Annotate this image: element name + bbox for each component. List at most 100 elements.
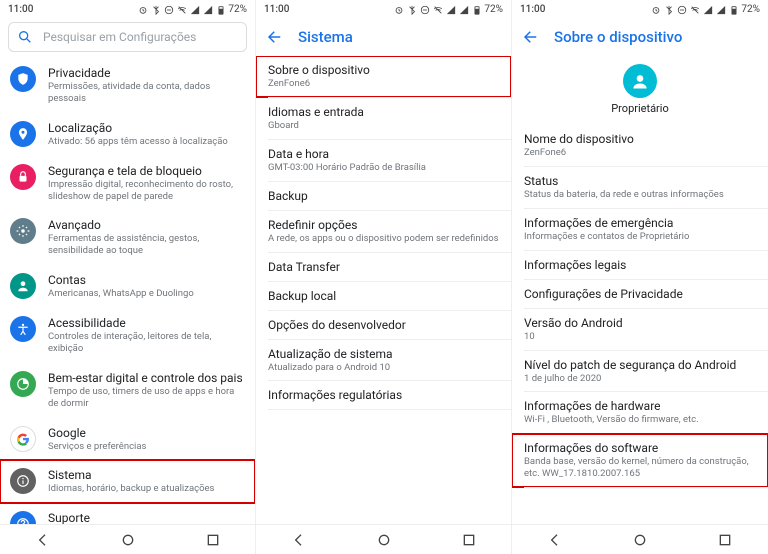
row-title: Sistema [48,468,245,482]
system-row[interactable]: Idiomas e entradaGboard [256,98,511,139]
alarm-icon [393,4,404,15]
settings-row[interactable]: PrivacidadePermissões, atividade da cont… [0,58,255,113]
back-arrow-icon[interactable] [266,28,284,46]
row-title: Atualização de sistema [268,347,499,361]
system-row[interactable]: Backup local [256,282,511,310]
signal-icon [715,4,726,15]
nav-home[interactable] [375,531,393,549]
wifi-off-icon [689,4,700,15]
owner-block[interactable]: Proprietário [512,56,768,125]
about-row[interactable]: Informações de emergênciaInformações e c… [512,209,768,250]
about-row[interactable]: Nome do dispositivoZenFone6 [512,125,768,166]
status-icons: 72% [137,4,247,15]
nav-recents[interactable] [460,531,478,549]
nav-recents[interactable] [204,531,222,549]
about-row[interactable]: Configurações de Privacidade [512,280,768,308]
row-subtitle: Wi-Fi , Bluetooth, Versão do firmware, e… [524,414,756,426]
settings-row[interactable]: SistemaIdiomas, horário, backup e atuali… [0,460,255,503]
about-row[interactable]: Informações legais [512,251,768,279]
settings-row[interactable]: GoogleServiços e preferências [0,418,255,461]
row-title: Avançado [48,218,245,232]
row-subtitle: Americanas, WhatsApp e Duolingo [48,288,245,300]
row-subtitle: Impressão digital, reconhecimento do ros… [48,179,245,203]
signal-icon [458,4,469,15]
nav-back[interactable] [546,531,564,549]
about-row[interactable]: Informações do softwareBanda base, versã… [512,434,768,487]
row-title: Idiomas e entrada [268,105,499,119]
row-title: Bem-estar digital e controle dos pais [48,371,245,385]
nav-home[interactable] [119,531,137,549]
system-row[interactable]: Redefinir opçõesA rede, os apps ou o dis… [256,211,511,252]
settings-row[interactable]: AcessibilidadeControles de interação, le… [0,308,255,363]
row-title: Data Transfer [268,260,499,274]
owner-label: Proprietário [611,102,669,115]
system-row[interactable]: Sobre o dispositivoZenFone6 [256,56,511,97]
alarm-icon [137,4,148,15]
row-title: Informações de emergência [524,216,756,230]
row-subtitle: Tempo de uso, timers de uso de apps e ho… [48,386,245,410]
row-subtitle: Ferramentas de assistência, gestos, sens… [48,233,245,257]
system-row[interactable]: Atualização de sistemaAtualizado para o … [256,340,511,381]
row-title: Sobre o dispositivo [268,63,499,77]
wifi-off-icon [176,4,187,15]
owner-avatar-icon [623,64,657,98]
row-subtitle: Permissões, atividade da conta, dados pe… [48,81,245,105]
signal-icon [189,4,200,15]
signal-icon [445,4,456,15]
row-subtitle: GMT-03:00 Horário Padrão de Brasília [268,162,499,174]
header: Sistema [256,18,511,56]
row-title: Versão do Android [524,316,756,330]
row-subtitle: Gboard [268,120,499,132]
row-subtitle: Controles de interação, leitores de tela… [48,331,245,355]
row-title: Informações regulatórias [268,388,499,402]
about-row[interactable]: Nível do patch de segurança do Android1 … [512,351,768,392]
about-row[interactable]: Versão do Android10 [512,309,768,350]
system-row[interactable]: Backup [256,182,511,210]
settings-row[interactable]: AvançadoFerramentas de assistência, gest… [0,210,255,265]
page-title: Sistema [298,28,353,46]
system-row[interactable]: Informações regulatórias [256,381,511,409]
back-arrow-icon[interactable] [522,28,540,46]
nav-back[interactable] [290,531,308,549]
row-subtitle: Informações e contatos de Proprietário [524,231,756,243]
nav-bar [512,524,768,554]
settings-row[interactable]: LocalizaçãoAtivado: 56 apps têm acesso à… [0,113,255,156]
accessibility-icon [10,316,36,342]
row-subtitle: Banda base, versão do kernel, número da … [524,456,756,480]
battery-icon [215,4,226,15]
nav-back[interactable] [34,531,52,549]
row-subtitle: A rede, os apps ou o dispositivo podem s… [268,233,499,245]
row-subtitle: Status da bateria, da rede e outras info… [524,189,756,201]
nav-home[interactable] [631,531,649,549]
row-title: Informações do software [524,441,756,455]
header: Sobre o dispositivo [512,18,768,56]
row-title: Redefinir opções [268,218,499,232]
battery-icon [728,4,739,15]
battery-pct: 72% [741,4,760,15]
nav-recents[interactable] [716,531,734,549]
about-row[interactable]: Informações de hardwareWi-Fi , Bluetooth… [512,392,768,433]
row-title: Privacidade [48,66,245,80]
system-row[interactable]: Data Transfer [256,253,511,281]
settings-row[interactable]: Segurança e tela de bloqueioImpressão di… [0,156,255,211]
system-row[interactable]: Data e horaGMT-03:00 Horário Padrão de B… [256,140,511,181]
search-box[interactable]: Pesquisar em Configurações [8,22,247,52]
page-title: Sobre o dispositivo [554,28,682,46]
wellbeing-icon [10,371,36,397]
account-icon [10,273,36,299]
dnd-icon [163,4,174,15]
phone-about: 11:00 72% Sobre o dispositivo [512,0,768,554]
signal-icon [202,4,213,15]
settings-row[interactable]: ContasAmericanas, WhatsApp e Duolingo [0,265,255,308]
status-bar: 11:00 72% [512,0,768,18]
row-title: Configurações de Privacidade [524,287,756,301]
dnd-icon [419,4,430,15]
row-title: Data e hora [268,147,499,161]
about-row[interactable]: StatusStatus da bateria, da rede e outra… [512,167,768,208]
row-title: Acessibilidade [48,316,245,330]
row-subtitle: ZenFone6 [268,78,499,90]
signal-icon [702,4,713,15]
settings-row[interactable]: Bem-estar digital e controle dos paisTem… [0,363,255,418]
battery-pct: 72% [228,4,247,15]
system-row[interactable]: Opções do desenvolvedor [256,311,511,339]
